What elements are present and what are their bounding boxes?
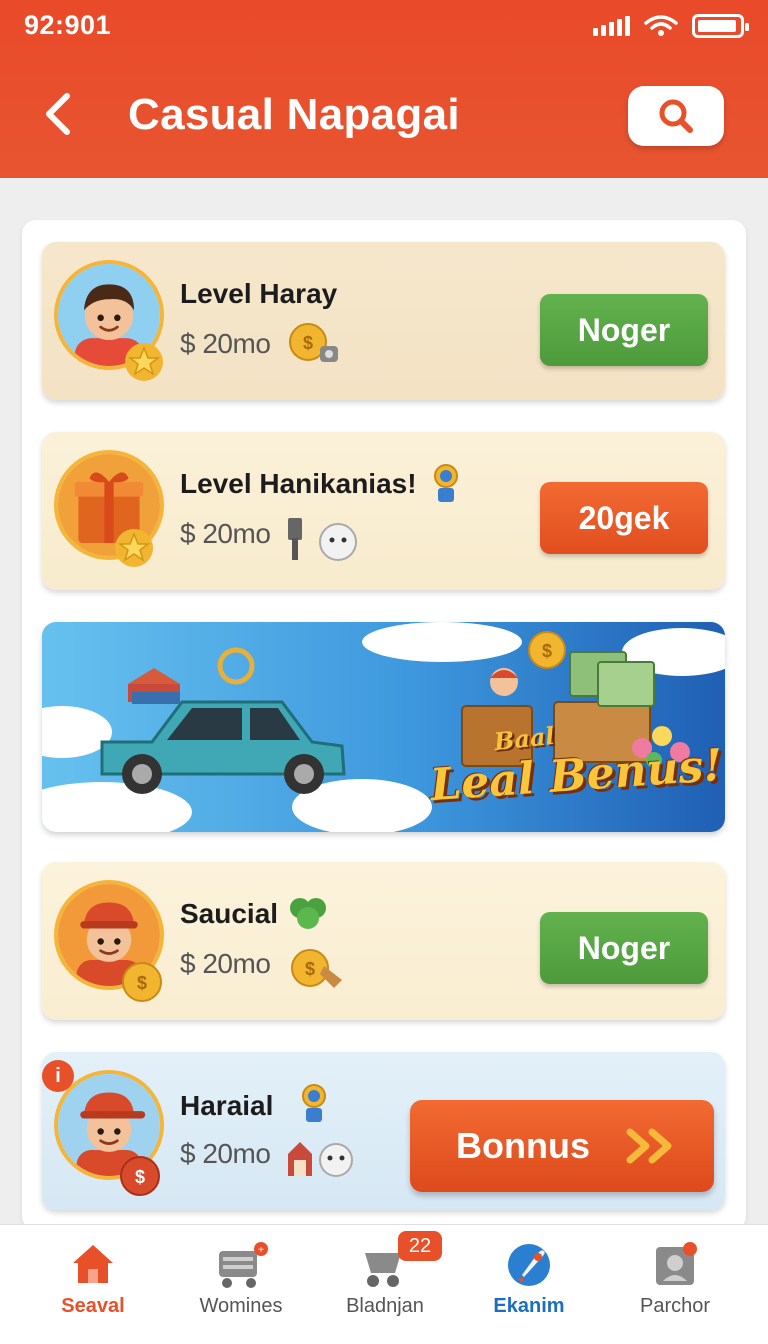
card-title: Haraial	[180, 1090, 274, 1121]
notification-badge: 22	[398, 1231, 442, 1261]
profile-icon	[656, 1242, 697, 1285]
svg-text:$: $	[303, 333, 313, 353]
app-header: 92:901 Casual Napagai	[0, 0, 768, 178]
bonus-button-label: Bonnus	[456, 1125, 590, 1166]
page-title: Casual Napagai	[128, 90, 460, 139]
nav-item-parchor[interactable]: Parchor	[600, 1225, 750, 1344]
card-price: $ 20mo	[180, 518, 271, 549]
card-title: Saucial	[180, 898, 279, 929]
search-button[interactable]	[628, 86, 724, 146]
list-item-card[interactable]: Level Haray $ 20mo $ Noger	[42, 242, 725, 400]
star-badge-icon	[125, 343, 163, 381]
items-icon	[288, 518, 357, 561]
banner-illustration: $	[42, 622, 725, 832]
noger-button[interactable]: Noger	[540, 294, 708, 366]
nav-item-seaval[interactable]: Seaval	[18, 1225, 168, 1344]
battery-icon	[692, 14, 749, 38]
nav-label: Ekanim	[493, 1295, 565, 1317]
info-alert-icon[interactable]: i	[42, 1060, 74, 1092]
bottom-nav: Seaval + Womines 22 Bladnjan Ekanim Parc…	[0, 1224, 768, 1344]
home-icon	[73, 1245, 113, 1283]
coin-icon: $	[291, 949, 342, 988]
character-icon	[302, 1084, 326, 1122]
bonus-button[interactable]: Bonnus	[410, 1100, 714, 1192]
card-title: Level Hanikanias!	[180, 468, 417, 499]
bonus-banner[interactable]: $ Baal Leal Benus!	[42, 622, 725, 832]
svg-text:+: +	[258, 1245, 264, 1256]
search-icon	[659, 99, 693, 133]
cart-icon: +	[219, 1242, 268, 1288]
coin-badge-icon: $	[122, 962, 162, 1002]
star-badge-icon	[115, 529, 153, 567]
nav-label: Seaval	[61, 1295, 125, 1317]
svg-text:$: $	[137, 973, 147, 993]
nav-label: Womines	[199, 1295, 283, 1317]
nav-item-womines[interactable]: + Womines	[166, 1225, 316, 1344]
clover-icon	[290, 898, 326, 929]
svg-text:$: $	[305, 959, 315, 979]
items-icon	[288, 1142, 353, 1177]
back-button[interactable]	[36, 88, 80, 140]
list-item-card[interactable]: $ Haraial $ 20mo Bonnus	[42, 1052, 725, 1210]
status-time: 92:901	[24, 10, 112, 40]
card-title: Level Haray	[180, 278, 338, 309]
status-bar: 92:901	[0, 0, 768, 60]
card-price: $ 20mo	[180, 1138, 271, 1169]
card-price: $ 20mo	[180, 328, 271, 359]
list-item-card[interactable]: $ Saucial $ 20mo $ Noger	[42, 862, 725, 1020]
coin-icon: $	[289, 323, 338, 362]
20gek-button[interactable]: 20gek	[540, 482, 708, 554]
chevron-left-icon	[46, 93, 70, 135]
list-item-card[interactable]: Level Hanikanias! $ 20mo 20gek	[42, 432, 725, 590]
rocket-icon	[508, 1244, 550, 1286]
nav-item-ekanim[interactable]: Ekanim	[454, 1225, 604, 1344]
card-price: $ 20mo	[180, 948, 271, 979]
noger-button[interactable]: Noger	[540, 912, 708, 984]
double-chevron-right-icon	[626, 1128, 672, 1164]
signal-icon	[593, 16, 630, 36]
status-icons	[593, 14, 749, 38]
nav-item-bladnjan[interactable]: 22 Bladnjan	[310, 1225, 460, 1344]
nav-label: Bladnjan	[346, 1295, 424, 1317]
svg-text:$: $	[135, 1167, 145, 1187]
coin-badge-icon: $	[120, 1156, 160, 1196]
svg-text:$: $	[542, 641, 552, 661]
nav-label: Parchor	[639, 1295, 711, 1317]
wifi-icon	[644, 15, 678, 36]
character-icon	[434, 464, 458, 502]
